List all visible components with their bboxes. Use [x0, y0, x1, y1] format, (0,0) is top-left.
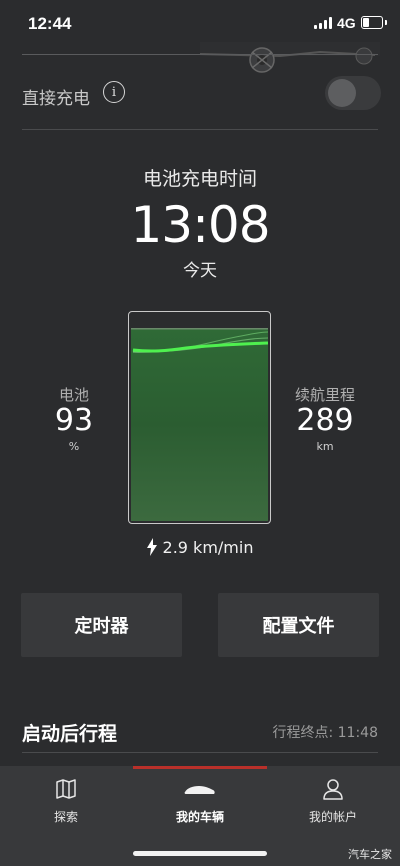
- charge-rate: 2.9 km/min: [0, 538, 400, 557]
- tab-my-account[interactable]: 我的帐户: [273, 778, 393, 825]
- trip-title: 启动后行程: [22, 723, 118, 745]
- battery-unit: %: [68, 440, 80, 453]
- lightning-icon: [146, 538, 157, 556]
- direct-charge-toggle[interactable]: [325, 76, 381, 110]
- charge-complete-time: 13:08: [130, 196, 270, 254]
- trip-destination-time: 行程终点: 11:48: [272, 725, 378, 741]
- range-stat: 续航里程 289 km: [280, 384, 370, 453]
- divider: [22, 752, 378, 753]
- battery-value: 93: [54, 403, 94, 438]
- tab-my-car[interactable]: 我的车辆: [140, 778, 260, 825]
- tab-my-account-label: 我的帐户: [308, 810, 357, 824]
- range-unit: km: [316, 440, 334, 453]
- tab-explore-label: 探索: [53, 810, 78, 824]
- divider: [22, 54, 378, 55]
- tab-explore[interactable]: 探索: [6, 778, 126, 825]
- range-value: 289: [296, 403, 354, 438]
- charge-day: 今天: [183, 261, 217, 281]
- toggle-knob: [328, 79, 356, 107]
- car-icon: [184, 786, 215, 794]
- timer-button[interactable]: 定时器: [21, 593, 182, 657]
- signal-icon: [314, 17, 332, 29]
- direct-charge-label: 直接充电: [22, 89, 90, 109]
- account-icon: [323, 779, 343, 800]
- network-type: 4G: [337, 15, 356, 31]
- clock: 12:44: [28, 14, 72, 33]
- home-indicator[interactable]: [133, 851, 267, 856]
- battery-stat: 电池 93 %: [29, 384, 119, 453]
- profiles-button[interactable]: 配置文件: [218, 593, 379, 657]
- info-icon[interactable]: i: [103, 81, 125, 103]
- map-icon: [56, 779, 76, 799]
- battery-label: 电池: [58, 386, 89, 404]
- battery-icon: [361, 16, 387, 29]
- charge-time-title: 电池充电时间: [142, 168, 257, 190]
- watermark: 汽车之家: [348, 848, 392, 861]
- charge-rate-value: 2.9 km/min: [162, 538, 254, 557]
- battery-gauge: [128, 311, 271, 524]
- car-image: [200, 42, 380, 73]
- tab-my-car-label: 我的车辆: [175, 810, 224, 824]
- range-label: 续航里程: [294, 386, 355, 404]
- status-bar: 12:44 4G: [0, 0, 400, 48]
- active-tab-indicator: [133, 766, 267, 769]
- divider: [22, 129, 378, 130]
